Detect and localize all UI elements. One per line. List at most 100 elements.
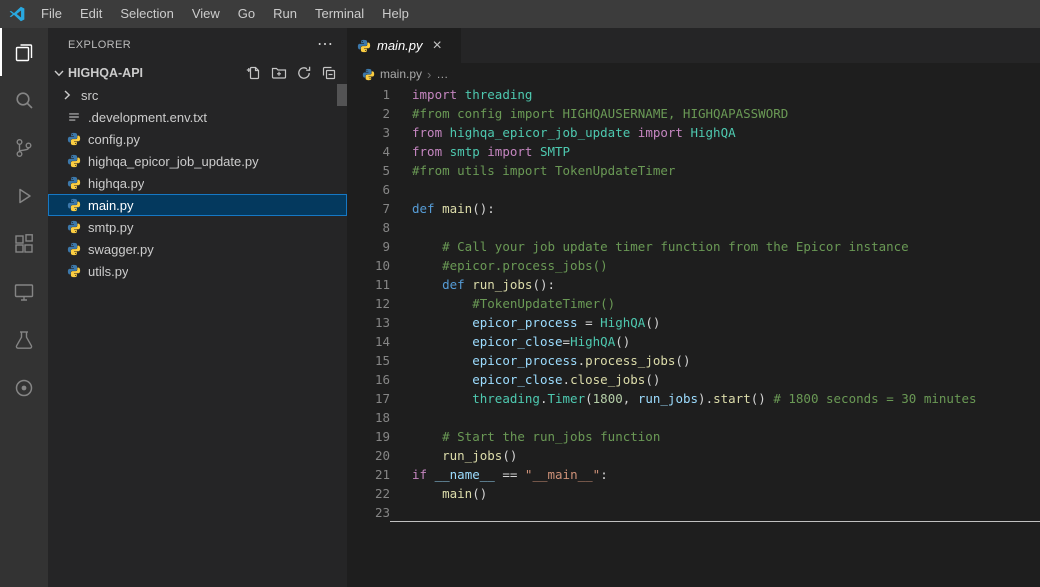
code-line-17[interactable]: 17 threading.Timer(1800, run_jobs).start… <box>347 389 1040 408</box>
code-line-3[interactable]: 3from highqa_epicor_job_update import Hi… <box>347 123 1040 142</box>
code-line-11[interactable]: 11 def run_jobs(): <box>347 275 1040 294</box>
file-label: utils.py <box>88 264 128 279</box>
workspace-folder-name: HIGHQA-API <box>68 66 143 80</box>
line-number: 7 <box>347 199 390 218</box>
line-number: 4 <box>347 142 390 161</box>
line-number: 23 <box>347 503 390 522</box>
line-number: 20 <box>347 446 390 465</box>
code-line-5[interactable]: 5#from utils import TokenUpdateTimer <box>347 161 1040 180</box>
beaker-icon <box>12 328 36 352</box>
activitybar-search[interactable] <box>0 76 48 124</box>
code-text: epicor_process.process_jobs() <box>390 351 1040 370</box>
activitybar-explorer[interactable] <box>0 28 48 76</box>
python-icon <box>66 220 82 234</box>
code-text: run_jobs() <box>390 446 1040 465</box>
line-number: 18 <box>347 408 390 427</box>
breadcrumb-file[interactable]: main.py <box>380 67 422 81</box>
menu-go[interactable]: Go <box>229 0 264 28</box>
activitybar-testing[interactable] <box>0 316 48 364</box>
code-text: # Start the run_jobs function <box>390 427 1040 446</box>
activity-bar <box>0 28 48 587</box>
code-text: def run_jobs(): <box>390 275 1040 294</box>
menu-terminal[interactable]: Terminal <box>306 0 373 28</box>
menu-selection[interactable]: Selection <box>111 0 182 28</box>
code-text: threading.Timer(1800, run_jobs).start() … <box>390 389 1040 408</box>
code-text: # Call your job update timer function fr… <box>390 237 1040 256</box>
code-line-16[interactable]: 16 epicor_close.close_jobs() <box>347 370 1040 389</box>
chevron-down-icon <box>51 65 67 81</box>
collapse-all-icon[interactable] <box>321 65 337 81</box>
run-debug-icon <box>12 184 36 208</box>
new-folder-icon[interactable] <box>271 65 287 81</box>
code-editor[interactable]: 1import threading2#from config import HI… <box>347 85 1040 587</box>
code-line-1[interactable]: 1import threading <box>347 85 1040 104</box>
more-actions-icon[interactable]: ⋯ <box>317 37 333 53</box>
activitybar-run-and-debug[interactable] <box>0 172 48 220</box>
tree-file-swagger.py[interactable]: swagger.py <box>48 238 347 260</box>
tree-file-main.py[interactable]: main.py <box>48 194 347 216</box>
code-text: main() <box>390 484 1040 503</box>
tree-file-.development.env.txt[interactable]: .development.env.txt <box>48 106 347 128</box>
menu-run[interactable]: Run <box>264 0 306 28</box>
sidebar-title: EXPLORER <box>68 39 131 51</box>
file-label: config.py <box>88 132 140 147</box>
menu-edit[interactable]: Edit <box>71 0 111 28</box>
code-line-21[interactable]: 21if __name__ == "__main__": <box>347 465 1040 484</box>
code-line-12[interactable]: 12 #TokenUpdateTimer() <box>347 294 1040 313</box>
code-text: from smtp import SMTP <box>390 142 1040 161</box>
activitybar-extensions[interactable] <box>0 220 48 268</box>
line-number: 9 <box>347 237 390 256</box>
search-icon <box>12 88 36 112</box>
tree-file-utils.py[interactable]: utils.py <box>48 260 347 282</box>
line-number: 3 <box>347 123 390 142</box>
close-icon[interactable]: × <box>433 38 442 54</box>
refresh-icon[interactable] <box>296 65 312 81</box>
file-label: .development.env.txt <box>88 110 207 125</box>
file-label: highqa.py <box>88 176 144 191</box>
code-line-7[interactable]: 7def main(): <box>347 199 1040 218</box>
tree-folder-src[interactable]: src <box>48 84 347 106</box>
tab-main-py[interactable]: main.py × <box>347 28 461 63</box>
file-label: swagger.py <box>88 242 154 257</box>
code-line-10[interactable]: 10 #epicor.process_jobs() <box>347 256 1040 275</box>
line-number: 17 <box>347 389 390 408</box>
code-line-23[interactable]: 23 <box>347 503 1040 522</box>
code-line-4[interactable]: 4from smtp import SMTP <box>347 142 1040 161</box>
code-line-8[interactable]: 8 <box>347 218 1040 237</box>
code-line-2[interactable]: 2#from config import HIGHQAUSERNAME, HIG… <box>347 104 1040 123</box>
tree-file-highqa.py[interactable]: highqa.py <box>48 172 347 194</box>
line-number: 11 <box>347 275 390 294</box>
folder-section-header[interactable]: HIGHQA-API <box>48 62 347 84</box>
code-text: #epicor.process_jobs() <box>390 256 1040 275</box>
menu-view[interactable]: View <box>183 0 229 28</box>
code-line-22[interactable]: 22 main() <box>347 484 1040 503</box>
file-label: main.py <box>88 198 134 213</box>
python-icon <box>66 154 82 168</box>
code-text: def main(): <box>390 199 1040 218</box>
code-line-6[interactable]: 6 <box>347 180 1040 199</box>
code-line-20[interactable]: 20 run_jobs() <box>347 446 1040 465</box>
menu-file[interactable]: File <box>32 0 71 28</box>
code-line-19[interactable]: 19 # Start the run_jobs function <box>347 427 1040 446</box>
python-icon <box>66 176 82 190</box>
activitybar-remote-explorer[interactable] <box>0 268 48 316</box>
code-line-13[interactable]: 13 epicor_process = HighQA() <box>347 313 1040 332</box>
extensions-icon <box>12 232 36 256</box>
line-number: 5 <box>347 161 390 180</box>
code-line-9[interactable]: 9 # Call your job update timer function … <box>347 237 1040 256</box>
line-number: 16 <box>347 370 390 389</box>
tree-file-config.py[interactable]: config.py <box>48 128 347 150</box>
activitybar-extension-view[interactable] <box>0 364 48 412</box>
activitybar-source-control[interactable] <box>0 124 48 172</box>
tree-file-smtp.py[interactable]: smtp.py <box>48 216 347 238</box>
tree-file-highqa_epicor_job_update.py[interactable]: highqa_epicor_job_update.py <box>48 150 347 172</box>
breadcrumb-more[interactable]: … <box>436 67 448 81</box>
line-number: 12 <box>347 294 390 313</box>
sidebar-scrollbar[interactable] <box>337 84 347 106</box>
tab-bar: main.py × <box>347 28 1040 63</box>
code-line-18[interactable]: 18 <box>347 408 1040 427</box>
code-line-15[interactable]: 15 epicor_process.process_jobs() <box>347 351 1040 370</box>
code-line-14[interactable]: 14 epicor_close=HighQA() <box>347 332 1040 351</box>
new-file-icon[interactable] <box>246 65 262 81</box>
menu-help[interactable]: Help <box>373 0 418 28</box>
